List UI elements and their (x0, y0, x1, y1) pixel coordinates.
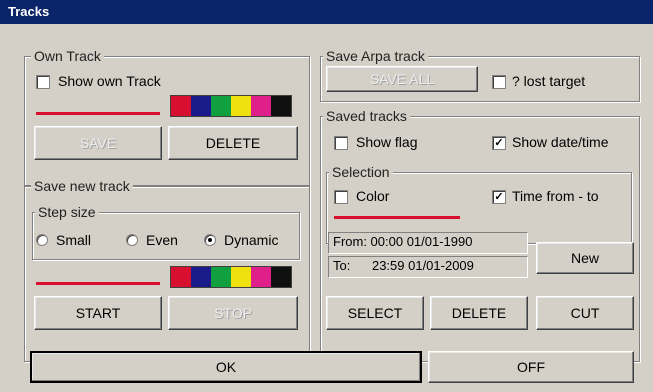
to-label: To: (333, 258, 351, 273)
time-from-to-checkbox[interactable]: ✓ (492, 190, 506, 204)
own-track-line-sample (36, 112, 160, 115)
own-track-save-button[interactable]: SAVE (34, 126, 162, 160)
color-swatch-magenta[interactable] (251, 267, 271, 287)
color-checkbox[interactable] (334, 190, 348, 204)
color-swatch-black[interactable] (271, 96, 291, 116)
step-size-legend: Step size (35, 204, 99, 220)
new-track-color-palette[interactable] (170, 266, 292, 288)
start-button[interactable]: START (34, 296, 162, 330)
show-own-track-checkbox[interactable] (36, 75, 50, 89)
radio-selected-dot (208, 238, 212, 242)
saved-tracks-legend: Saved tracks (323, 108, 410, 124)
step-even-label[interactable]: Even (146, 232, 178, 248)
color-swatch-red[interactable] (171, 267, 191, 287)
off-button[interactable]: OFF (428, 351, 634, 383)
show-datetime-label[interactable]: Show date/time (512, 134, 609, 150)
color-swatch-blue[interactable] (191, 267, 211, 287)
from-datetime-field[interactable]: From: 00:00 01/01-1990 (328, 232, 528, 254)
save-arpa-legend: Save Arpa track (323, 48, 428, 64)
color-swatch-red[interactable] (171, 96, 191, 116)
select-button[interactable]: SELECT (326, 296, 424, 330)
color-swatch-black[interactable] (271, 267, 291, 287)
step-even-radio[interactable] (126, 234, 138, 246)
title-bar: Tracks (0, 0, 653, 24)
from-datetime-text: From: 00:00 01/01-1990 (333, 234, 473, 249)
tracks-dialog: Own Track Show own Track SAVE DELETE Sav… (0, 24, 653, 392)
time-from-to-label[interactable]: Time from - to (512, 188, 599, 204)
step-dynamic-radio[interactable] (204, 234, 216, 246)
to-datetime-field[interactable]: To: 23:59 01/01-2009 (328, 256, 528, 278)
save-all-button[interactable]: SAVE ALL (326, 66, 478, 92)
cut-button[interactable]: CUT (536, 296, 634, 330)
color-swatch-yellow[interactable] (231, 96, 251, 116)
saved-tracks-delete-button[interactable]: DELETE (430, 296, 528, 330)
color-swatch-green[interactable] (211, 267, 231, 287)
step-small-label[interactable]: Small (56, 232, 91, 248)
to-datetime-text: 23:59 01/01-2009 (371, 258, 474, 273)
show-flag-label[interactable]: Show flag (356, 134, 417, 150)
step-small-radio[interactable] (36, 234, 48, 246)
lost-target-checkbox[interactable] (492, 75, 506, 89)
stop-button[interactable]: STOP (168, 296, 298, 330)
selection-color-line (334, 216, 460, 219)
color-swatch-blue[interactable] (191, 96, 211, 116)
save-new-track-legend: Save new track (31, 178, 133, 194)
new-button[interactable]: New (536, 242, 634, 274)
own-track-delete-button[interactable]: DELETE (168, 126, 298, 160)
color-swatch-green[interactable] (211, 96, 231, 116)
lost-target-label[interactable]: ? lost target (512, 73, 585, 89)
ok-button[interactable]: OK (30, 351, 422, 383)
show-own-track-label[interactable]: Show own Track (58, 73, 161, 89)
color-swatch-magenta[interactable] (251, 96, 271, 116)
new-track-line-sample (36, 282, 160, 285)
own-track-color-palette[interactable] (170, 95, 292, 117)
step-dynamic-label[interactable]: Dynamic (224, 232, 278, 248)
show-flag-checkbox[interactable] (334, 136, 348, 150)
color-label[interactable]: Color (356, 188, 389, 204)
color-swatch-yellow[interactable] (231, 267, 251, 287)
selection-legend: Selection (329, 164, 393, 180)
own-track-legend: Own Track (31, 48, 104, 64)
show-datetime-checkbox[interactable]: ✓ (492, 136, 506, 150)
window-title: Tracks (8, 4, 50, 19)
